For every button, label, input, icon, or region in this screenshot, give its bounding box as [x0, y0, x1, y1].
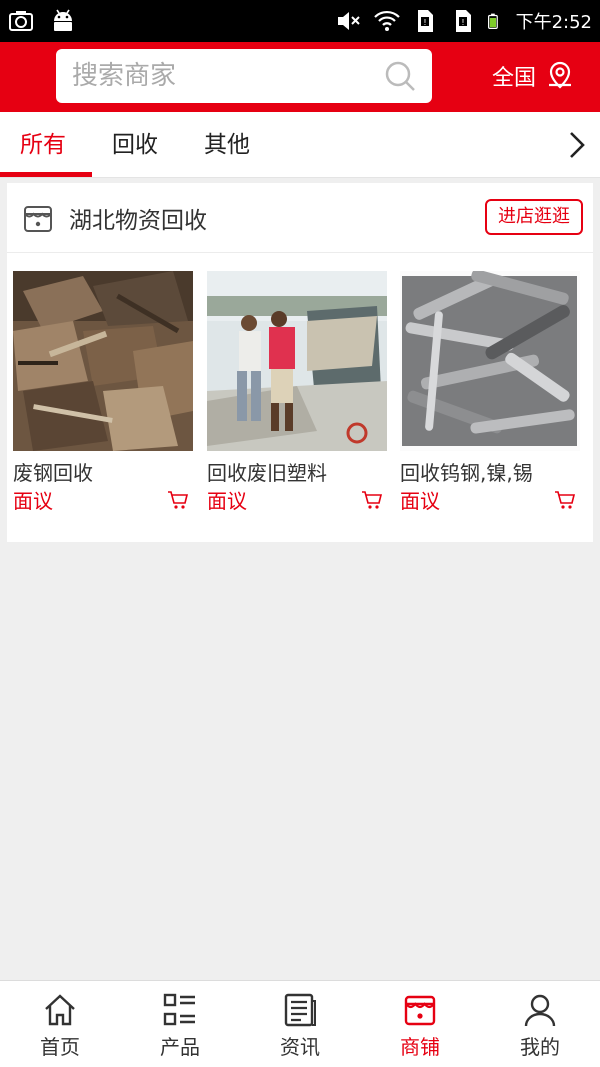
store-header: 湖北物资回收 进店逛逛	[7, 183, 593, 253]
store-icon	[24, 206, 52, 232]
product-item[interactable]: 废钢回收 面议	[13, 271, 193, 513]
clock: 下午2:52	[515, 12, 592, 33]
product-title[interactable]: 回收废旧塑料	[207, 457, 327, 486]
wifi-icon	[373, 10, 400, 31]
nav-shop[interactable]: 商铺	[360, 981, 480, 1067]
product-item[interactable]: 回收废旧塑料 面议	[207, 271, 387, 513]
product-item[interactable]: 回收钨钢,镍,锡 面议	[400, 271, 580, 513]
visit-store-button[interactable]: 进店逛逛	[485, 199, 583, 235]
svg-text:!: !	[423, 18, 426, 27]
home-icon	[45, 994, 75, 1026]
search-icon[interactable]	[384, 60, 416, 92]
nav-label: 首页	[40, 1035, 80, 1059]
nav-label: 产品	[160, 1035, 200, 1059]
cart-icon[interactable]	[554, 489, 576, 511]
category-tabs: 所有 回收 其他	[0, 112, 600, 178]
nav-news[interactable]: 资讯	[240, 981, 360, 1067]
shop-icon	[404, 995, 436, 1026]
news-icon	[284, 993, 316, 1027]
store-name[interactable]: 湖北物资回收	[69, 201, 207, 235]
search-box[interactable]	[56, 49, 432, 103]
nav-home[interactable]: 首页	[0, 981, 120, 1067]
status-bar: ! ! 下午2:52	[0, 0, 600, 42]
camera-icon	[9, 11, 33, 31]
scrap-steel-photo[interactable]	[13, 271, 193, 451]
active-tab-indicator	[0, 172, 92, 177]
android-icon	[54, 9, 72, 31]
chevron-right-icon[interactable]	[562, 130, 590, 160]
sim-card-icon: !	[455, 10, 471, 32]
bottom-nav: 首页 产品 资讯 商铺 我的	[0, 980, 600, 1067]
nav-label: 资讯	[280, 1035, 320, 1059]
battery-icon	[487, 13, 498, 29]
region-label: 全国	[492, 66, 537, 91]
location-pin-icon	[549, 61, 572, 89]
top-header: 全国	[0, 42, 600, 112]
product-list-icon	[163, 993, 195, 1026]
cart-icon[interactable]	[361, 489, 383, 511]
product-price: 面议	[400, 489, 440, 513]
product-price: 面议	[13, 489, 53, 513]
user-icon	[524, 994, 556, 1027]
tab-recycle[interactable]: 回收	[112, 112, 158, 178]
nav-label: 商铺	[400, 1035, 440, 1059]
svg-text:!: !	[461, 18, 464, 27]
product-title[interactable]: 回收钨钢,镍,锡	[400, 457, 533, 486]
tab-other[interactable]: 其他	[204, 112, 250, 178]
sim-card-icon: !	[417, 10, 433, 32]
store-card[interactable]: 湖北物资回收 进店逛逛 废钢回收 面议 回收废旧塑料 面议 回收钨钢,镍,锡 面…	[7, 183, 593, 542]
nav-me[interactable]: 我的	[480, 981, 600, 1067]
search-input[interactable]	[72, 57, 372, 95]
mute-icon	[337, 12, 360, 30]
workers-plastic-recycling-photo[interactable]	[207, 271, 387, 451]
tungsten-steel-drill-bits-photo[interactable]	[400, 271, 580, 451]
product-title[interactable]: 废钢回收	[13, 457, 93, 486]
cart-icon[interactable]	[167, 489, 189, 511]
nav-products[interactable]: 产品	[120, 981, 240, 1067]
nav-label: 我的	[520, 1035, 560, 1059]
region-selector[interactable]: 全国	[492, 56, 576, 96]
tab-all[interactable]: 所有	[20, 112, 66, 178]
product-price: 面议	[207, 489, 247, 513]
